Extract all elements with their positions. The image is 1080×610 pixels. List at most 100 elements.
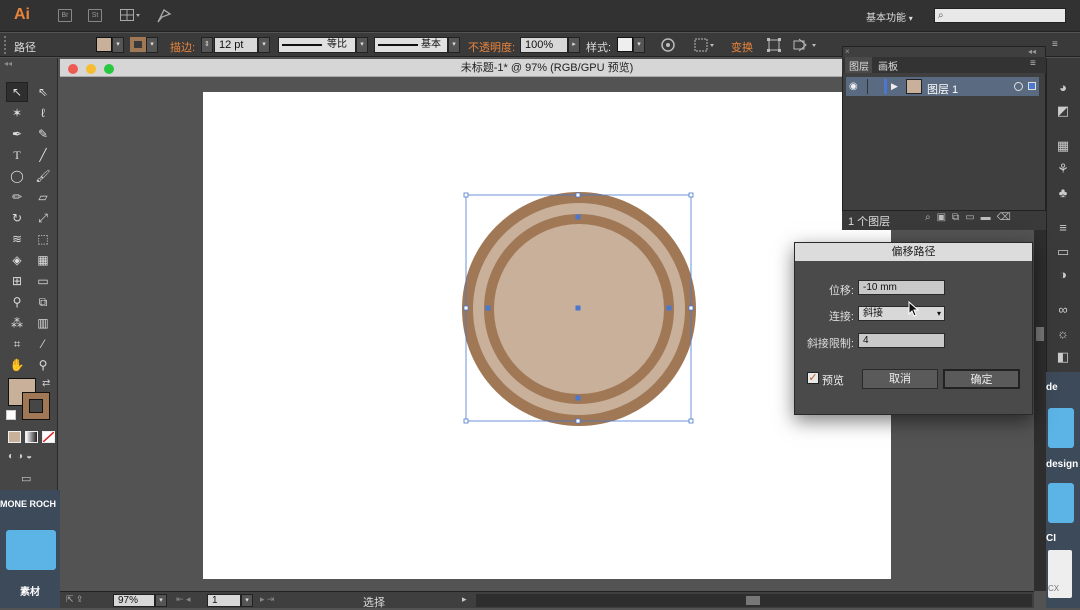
zoom-level-field[interactable]: 97% [113,594,155,607]
gpu-performance-icon[interactable] [156,8,172,24]
folder-icon[interactable] [6,530,56,570]
close-window-button[interactable] [68,64,78,74]
help-search-input[interactable]: ⌕ [934,8,1066,23]
align-icon[interactable] [694,37,716,53]
opacity-label[interactable]: 不透明度: [468,39,515,55]
zoom-tool-icon[interactable]: ⚲ [33,356,53,374]
expand-layer-icon[interactable]: ▶ [891,81,901,92]
stroke-color-swatch[interactable] [130,37,146,52]
slice-tool-icon[interactable]: ⁄ [33,335,53,353]
pen-tool-icon[interactable]: ✒ [7,125,27,143]
target-circle-icon[interactable] [1014,82,1023,91]
brush-definition[interactable]: 基本 [374,37,448,53]
cc-libraries-icon[interactable]: ∞ [1052,301,1074,319]
selection-tool-icon[interactable]: ↖ [7,83,27,101]
minimize-window-button[interactable] [86,64,96,74]
layers-panel-menu-icon[interactable]: ≡ [1030,58,1044,70]
cancel-button[interactable]: 取消 [862,369,938,389]
close-panel-icon[interactable]: × [845,47,853,56]
column-graph-tool-icon[interactable]: ▥ [33,314,53,332]
free-transform-tool-icon[interactable]: ⬚ [33,230,53,248]
collapse-panel-icon[interactable]: ◂◂ [1028,47,1042,56]
graphic-styles-icon[interactable]: ◧ [1052,348,1074,366]
graphic-style-swatch[interactable] [617,37,633,52]
control-bar-grip[interactable] [4,36,10,54]
line-tool-icon[interactable]: ╱ [33,146,53,164]
artboard-number-field[interactable]: 1 [207,594,241,607]
gradient-panel-icon[interactable]: ▭ [1052,243,1074,261]
transparency-icon[interactable]: ◑ [1052,266,1074,284]
style-dropdown[interactable]: ▾ [633,37,645,53]
swap-fill-stroke-icon[interactable]: ⇄ [42,378,54,390]
lasso-tool-icon[interactable]: ℓ [33,104,53,122]
artwork-canvas[interactable] [455,185,705,435]
stroke-weight-stepper[interactable]: ⇕ [201,37,213,53]
appearance-icon[interactable]: ☼ [1052,325,1074,343]
magic-wand-tool-icon[interactable]: ✶ [7,104,27,122]
preview-checkbox[interactable]: ✓ [807,372,819,384]
pencil-tool-icon[interactable]: ✏ [7,188,27,206]
default-colors-icon[interactable] [6,410,16,420]
arrange-documents-icon[interactable] [120,9,142,22]
layer-name[interactable]: 图层 1 [927,81,958,97]
stroke-dropdown-arrow[interactable]: ▾ [146,37,158,53]
stroke-weight-dropdown[interactable]: ▾ [258,37,270,53]
perspective-grid-tool-icon[interactable]: ▦ [33,251,53,269]
profile-dropdown[interactable]: ▾ [356,37,368,53]
ellipse-tool-icon[interactable]: ◯ [7,167,27,185]
opacity-field[interactable]: 100% [520,37,568,53]
tab-artboards[interactable]: 画板 [878,58,898,73]
opacity-dropdown[interactable]: ▸ [568,37,580,53]
joins-select[interactable]: 斜接 ▾ [858,306,945,321]
next-artboard-icon[interactable]: ▸ ⇥ [260,594,288,605]
scrollbar-thumb[interactable] [746,596,760,605]
mesh-tool-icon[interactable]: ⊞ [7,272,27,290]
eraser-tool-icon[interactable]: ▱ [33,188,53,206]
isolate-icon[interactable] [792,37,820,53]
direct-selection-tool-icon[interactable]: ⇖ [33,83,53,101]
fill-dropdown-arrow[interactable]: ▾ [112,37,124,53]
tools-collapse-icon[interactable]: ◂◂ [4,59,54,68]
brush-dropdown[interactable]: ▾ [448,37,460,53]
vscroll-thumb[interactable] [1036,327,1044,341]
fill-color-swatch[interactable] [96,37,112,52]
artboard-tool-icon[interactable]: ⌗ [7,335,27,353]
gradient-mode-icon[interactable] [25,431,38,443]
color-mode-icon[interactable] [8,431,21,443]
visibility-eye-icon[interactable]: ◉ [849,81,863,92]
blend-tool-icon[interactable]: ⧉ [33,293,53,311]
status-menu-arrow[interactable]: ▸ [462,594,467,605]
artboard-dropdown[interactable]: ▾ [241,594,253,607]
desktop-folder-icon-2[interactable] [1048,483,1074,523]
transform-link[interactable]: 变换 [731,39,753,55]
hand-tool-icon[interactable]: ✋ [7,356,27,374]
stock-icon[interactable]: St [88,9,102,22]
bridge-icon[interactable]: Br [58,9,72,22]
stroke-label[interactable]: 描边: [170,39,195,55]
brushes-icon[interactable]: ⚘ [1052,160,1074,178]
none-mode-icon[interactable] [42,431,55,443]
zoom-window-button[interactable] [104,64,114,74]
type-tool-icon[interactable]: T [7,146,27,164]
miter-limit-input[interactable]: 4 [858,333,945,348]
ok-button[interactable]: 确定 [943,369,1020,389]
preview-label[interactable]: 预览 [822,372,844,388]
workspace-switcher[interactable]: 基本功能 ▾ [866,9,913,24]
transform-bounds-icon[interactable] [766,37,782,53]
layers-footer-actions[interactable]: ⌕▣⧉▭▬⌫ [925,212,1035,226]
tab-layers[interactable]: 图层 [849,58,869,73]
variable-width-profile[interactable]: 等比 [278,37,356,53]
symbols-icon[interactable]: ♣ [1052,184,1074,202]
shape-builder-tool-icon[interactable]: ◈ [7,251,27,269]
recolor-artwork-icon[interactable] [660,37,676,53]
symbol-sprayer-tool-icon[interactable]: ⁂ [7,314,27,332]
rotate-tool-icon[interactable]: ↻ [7,209,27,227]
stroke-panel-icon[interactable]: ≡ [1052,219,1074,237]
paintbrush-tool-icon[interactable]: 🖌 [33,167,53,185]
offset-input[interactable]: -10 mm [858,280,945,295]
color-panel-icon[interactable]: ◕ [1052,79,1074,97]
selection-indicator[interactable] [1028,82,1036,90]
screen-mode-icon[interactable]: ▭ [21,472,39,485]
color-guide-icon[interactable]: ◩ [1052,102,1074,120]
swatches-icon[interactable]: ▦ [1052,137,1074,155]
